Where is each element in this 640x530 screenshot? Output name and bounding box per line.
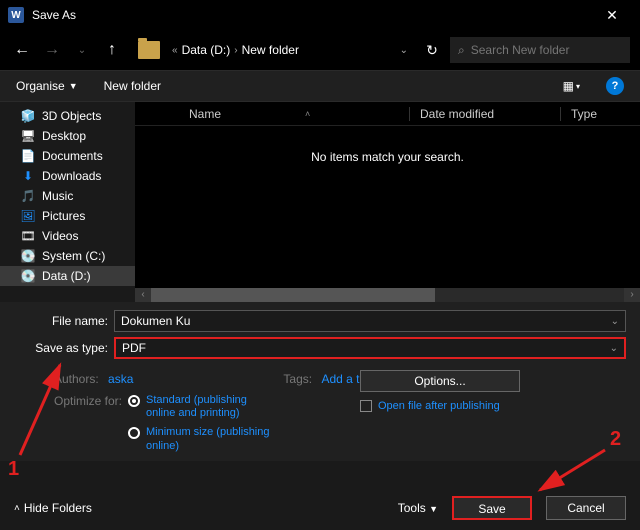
tree-item-label: Downloads xyxy=(42,169,101,183)
annotation-1: 1 xyxy=(8,458,19,480)
tree-item-3d-objects[interactable]: 🧊 3D Objects xyxy=(0,106,135,126)
tree-item-icon: 🖼 xyxy=(20,209,36,223)
breadcrumb[interactable]: « Data (D:) › New folder ⌄ xyxy=(166,43,414,57)
tree-item-desktop[interactable]: 🖥 Desktop xyxy=(0,126,135,146)
save-button[interactable]: Save xyxy=(452,496,532,520)
tree-item-label: Documents xyxy=(42,149,103,163)
view-mode-button[interactable]: ▦▾ xyxy=(563,79,580,93)
caret-icon: ˄ xyxy=(305,109,310,119)
tree-item-data-d-[interactable]: 💽 Data (D:) xyxy=(0,266,135,286)
bottom-panel: File name: Dokumen Ku ⌄ Save as type: PD… xyxy=(0,302,640,461)
filetype-select[interactable]: PDF ⌄ xyxy=(114,337,626,359)
main-area: 🧊 3D Objects 🖥 Desktop 📄 Documents ⬇ Downloads 🎵… xyxy=(0,102,640,302)
chevron-down-icon[interactable]: ⌄ xyxy=(610,343,618,354)
folder-tree[interactable]: 🧊 3D Objects 🖥 Desktop 📄 Documents ⬇ Downloads 🎵… xyxy=(0,102,135,302)
authors-value[interactable]: aska xyxy=(108,372,133,386)
nav-row: ← → ⌄ ↑ « Data (D:) › New folder ⌄ ↻ ⌕ xyxy=(0,30,640,70)
tree-item-icon: 🎞 xyxy=(20,229,36,243)
word-icon: W xyxy=(8,7,24,23)
options-button[interactable]: Options... xyxy=(360,370,520,392)
tree-item-music[interactable]: 🎵 Music xyxy=(0,186,135,206)
chevron-down-icon[interactable]: ⌄ xyxy=(400,45,408,56)
search-icon: ⌕ xyxy=(458,43,465,58)
tree-item-label: Data (D:) xyxy=(42,269,91,283)
tree-item-label: System (C:) xyxy=(42,249,105,263)
tree-item-label: 3D Objects xyxy=(42,109,101,123)
organise-menu[interactable]: Organise▼ xyxy=(16,79,78,93)
scroll-right-icon[interactable]: › xyxy=(624,288,640,302)
close-button[interactable]: ✕ xyxy=(592,0,632,30)
toolbar: Organise▼ New folder ▦▾ ? xyxy=(0,70,640,102)
file-list: ˄ Name Date modified Type No items match… xyxy=(135,102,640,302)
footer: ˄ Hide Folders Tools ▼ Save Cancel xyxy=(14,496,626,520)
optimize-minimum[interactable]: Minimum size (publishing online) xyxy=(128,426,276,452)
horizontal-scrollbar[interactable]: ‹ › xyxy=(135,288,640,302)
refresh-button[interactable]: ↻ xyxy=(420,42,444,59)
breadcrumb-segment[interactable]: Data (D:) xyxy=(182,43,231,57)
tree-item-pictures[interactable]: 🖼 Pictures xyxy=(0,206,135,226)
tree-item-documents[interactable]: 📄 Documents xyxy=(0,146,135,166)
column-headers[interactable]: ˄ Name Date modified Type xyxy=(135,102,640,126)
col-type[interactable]: Type xyxy=(571,107,640,121)
filetype-label: Save as type: xyxy=(14,341,114,355)
tree-item-icon: 💽 xyxy=(20,269,36,283)
tree-item-icon: 🧊 xyxy=(20,109,36,123)
search-input[interactable] xyxy=(471,43,622,57)
filename-input[interactable]: Dokumen Ku ⌄ xyxy=(114,310,626,332)
tree-item-downloads[interactable]: ⬇ Downloads xyxy=(0,166,135,186)
new-folder-button[interactable]: New folder xyxy=(104,79,161,93)
tree-item-label: Videos xyxy=(42,229,78,243)
tree-item-icon: 🎵 xyxy=(20,189,36,203)
window-title: Save As xyxy=(32,8,76,22)
tree-item-label: Music xyxy=(42,189,73,203)
tree-item-system-c-[interactable]: 💽 System (C:) xyxy=(0,246,135,266)
checkbox-icon[interactable] xyxy=(360,400,372,412)
tree-item-videos[interactable]: 🎞 Videos xyxy=(0,226,135,246)
folder-icon xyxy=(138,41,160,59)
hide-folders-button[interactable]: ˄ Hide Folders xyxy=(14,501,92,515)
forward-button[interactable]: → xyxy=(40,41,64,59)
chevron-down-icon[interactable]: ⌄ xyxy=(611,316,619,327)
tree-item-icon: ⬇ xyxy=(20,169,36,183)
optimize-standard[interactable]: Standard (publishing online and printing… xyxy=(128,394,276,420)
tools-menu[interactable]: Tools ▼ xyxy=(398,501,438,515)
cancel-button[interactable]: Cancel xyxy=(546,496,626,520)
titlebar: W Save As ✕ xyxy=(0,0,640,30)
chevron-up-icon: ˄ xyxy=(14,503,20,514)
chevron-right-icon: › xyxy=(234,45,237,56)
tree-item-label: Desktop xyxy=(42,129,86,143)
col-date[interactable]: Date modified xyxy=(420,107,560,121)
col-name[interactable]: Name xyxy=(189,107,409,121)
tags-label: Tags: xyxy=(283,372,312,386)
breadcrumb-segment[interactable]: New folder xyxy=(242,43,299,57)
radio-icon[interactable] xyxy=(128,395,140,407)
tree-item-icon: 💽 xyxy=(20,249,36,263)
filename-label: File name: xyxy=(14,314,114,328)
recent-chevron-icon[interactable]: ⌄ xyxy=(70,45,94,56)
radio-icon[interactable] xyxy=(128,427,140,439)
open-after-checkbox[interactable]: Open file after publishing xyxy=(360,400,520,412)
up-button[interactable]: ↑ xyxy=(100,41,124,59)
empty-message: No items match your search. xyxy=(135,126,640,164)
search-box[interactable]: ⌕ xyxy=(450,37,630,63)
scroll-left-icon[interactable]: ‹ xyxy=(135,288,151,302)
tree-item-icon: 🖥 xyxy=(20,129,36,143)
tree-item-icon: 📄 xyxy=(20,149,36,163)
chevron-left-icon: « xyxy=(172,45,178,56)
optimize-label: Optimize for: xyxy=(54,394,128,408)
authors-label: Authors: xyxy=(54,372,99,386)
back-button[interactable]: ← xyxy=(10,41,34,59)
tree-item-label: Pictures xyxy=(42,209,85,223)
help-button[interactable]: ? xyxy=(606,77,624,95)
